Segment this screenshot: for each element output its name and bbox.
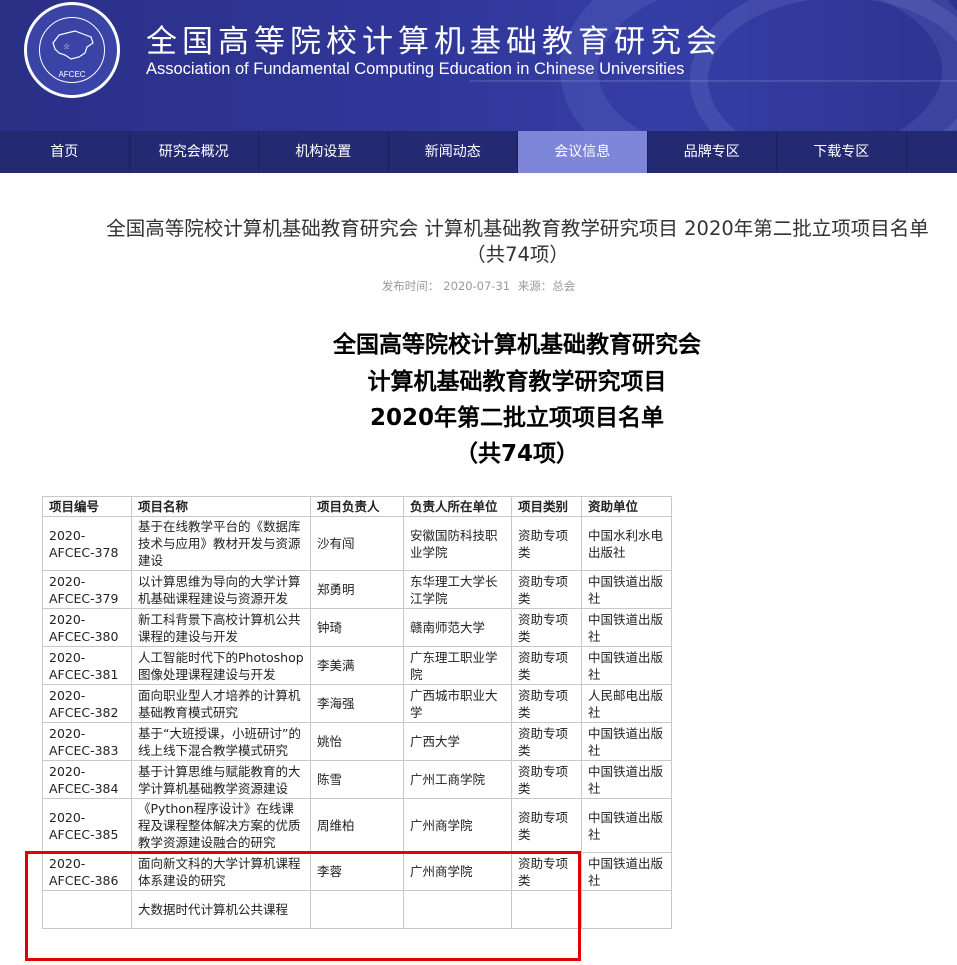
nav-item-overview[interactable]: 研究会概况 <box>130 131 259 173</box>
cell-leader: 沙有闯 <box>310 516 404 571</box>
cell-id: 2020-AFCEC-380 <box>42 608 132 647</box>
cell-id: 2020-AFCEC-382 <box>42 684 132 723</box>
cell-leader: 姚怡 <box>310 722 404 761</box>
table-row: 2020-AFCEC-382 面向职业型人才培养的计算机基础教育模式研究 李海强… <box>42 684 672 723</box>
nav-item-research[interactable]: 研究 <box>907 131 957 173</box>
china-map-icon: ☆ <box>52 30 94 60</box>
cell-name: 基于“大班授课，小班研讨”的线上线下混合教学模式研究 <box>131 722 311 761</box>
cell-funder: 中国铁道出版社 <box>581 760 672 799</box>
nav-item-downloads[interactable]: 下载专区 <box>777 131 907 173</box>
cell-unit: 广州工商学院 <box>403 760 512 799</box>
cell-leader: 钟琦 <box>310 608 404 647</box>
cell-name: 人工智能时代下的Photoshop图像处理课程建设与开发 <box>131 646 311 685</box>
cell-leader: 周维柏 <box>310 798 404 853</box>
cell-category: 资助专项类 <box>511 684 582 723</box>
nav-item-news[interactable]: 新闻动态 <box>389 131 518 173</box>
cell-category: 资助专项类 <box>511 516 582 571</box>
content-heading: 2020年第二批立项项目名单 <box>369 405 664 431</box>
cell-category: 资助专项类 <box>511 722 582 761</box>
table-row: 2020-AFCEC-381 人工智能时代下的Photoshop图像处理课程建设… <box>42 646 672 685</box>
cell-leader: 李美满 <box>310 646 404 685</box>
cell-leader: 郑勇明 <box>310 570 404 609</box>
cell-category: 资助专项类 <box>511 570 582 609</box>
cell-unit: 安徽国防科技职业学院 <box>403 516 512 571</box>
meta-date: 2020-07-31 <box>443 279 511 293</box>
table-row: 2020-AFCEC-379 以计算思维为导向的大学计算机基础课程建设与资源开发… <box>42 570 672 609</box>
cell-unit: 广西城市职业大学 <box>403 684 512 723</box>
column-header: 项目编号 <box>42 496 132 517</box>
cell-category: 资助专项类 <box>511 798 582 853</box>
cell-name: 基于在线教学平台的《数据库技术与应用》教材开发与资源建设 <box>131 516 311 571</box>
meta-label: 发布时间： <box>381 279 440 293</box>
cell-leader: 陈雪 <box>310 760 404 799</box>
cell-unit: 广东理工职业学院 <box>403 646 512 685</box>
cell-funder: 中国铁道出版社 <box>581 798 672 853</box>
column-header: 项目名称 <box>131 496 311 517</box>
cell-id: 2020-AFCEC-379 <box>42 570 132 609</box>
nav-item-meetings[interactable]: 会议信息 <box>518 131 648 173</box>
content-heading: 全国高等院校计算机基础教育研究会 <box>333 332 701 358</box>
site-header: ☆ AFCEC 全国高等院校计算机基础教育研究会 Association of … <box>0 0 957 131</box>
cell-funder: 中国铁道出版社 <box>581 646 672 685</box>
cell-unit: 东华理工大学长江学院 <box>403 570 512 609</box>
cell-unit: 广西大学 <box>403 722 512 761</box>
cell-funder: 人民邮电出版社 <box>581 684 672 723</box>
column-header: 项目负责人 <box>310 496 404 517</box>
cell-id: 2020-AFCEC-378 <box>42 516 132 571</box>
article-meta: 发布时间： 2020-07-31 来源：总会 <box>0 278 957 294</box>
content-heading: （共74项） <box>454 441 579 467</box>
column-header: 资助单位 <box>581 496 672 517</box>
column-header: 项目类别 <box>511 496 582 517</box>
cell-id: 2020-AFCEC-384 <box>42 760 132 799</box>
cell-id: 2020-AFCEC-383 <box>42 722 132 761</box>
cell-category: 资助专项类 <box>511 646 582 685</box>
main-nav: 首页 研究会概况 机构设置 新闻动态 会议信息 品牌专区 下载专区 研究 <box>0 131 957 173</box>
site-title: 全国高等院校计算机基础教育研究会 <box>146 24 722 60</box>
svg-text:☆: ☆ <box>63 42 70 51</box>
header-decoration <box>470 80 957 82</box>
logo-text: AFCEC <box>58 70 86 79</box>
table-row: 2020-AFCEC-385 《Python程序设计》在线课程及课程整体解决方案… <box>42 798 672 853</box>
cell-funder <box>581 890 672 929</box>
cell-category: 资助专项类 <box>511 608 582 647</box>
cell-name: 新工科背景下高校计算机公共课程的建设与开发 <box>131 608 311 647</box>
table-row: 2020-AFCEC-383 基于“大班授课，小班研讨”的线上线下混合教学模式研… <box>42 722 672 761</box>
header-decoration <box>690 0 957 131</box>
table-row: 2020-AFCEC-384 基于计算思维与赋能教育的大学计算机基础教学资源建设… <box>42 760 672 799</box>
table-row: 2020-AFCEC-378 基于在线教学平台的《数据库技术与应用》教材开发与资… <box>42 516 672 571</box>
cell-unit: 赣南师范大学 <box>403 608 512 647</box>
article-title: 全国高等院校计算机基础教育研究会 计算机基础教育教学研究项目 2020年第二批立… <box>106 217 929 266</box>
cell-funder: 中国铁道出版社 <box>581 570 672 609</box>
content-heading: 计算机基础教育教学研究项目 <box>367 369 667 395</box>
cell-unit: 广州商学院 <box>403 798 512 853</box>
nav-item-home[interactable]: 首页 <box>0 131 130 173</box>
cell-id: 2020-AFCEC-381 <box>42 646 132 685</box>
cell-category: 资助专项类 <box>511 760 582 799</box>
cell-funder: 中国铁道出版社 <box>581 722 672 761</box>
cell-name: 《Python程序设计》在线课程及课程整体解决方案的优质教学资源建设融合的研究 <box>131 798 311 853</box>
table-header-row: 项目编号 项目名称 项目负责人 负责人所在单位 项目类别 资助单位 <box>42 496 672 517</box>
cell-leader: 李海强 <box>310 684 404 723</box>
highlight-box <box>25 851 581 961</box>
site-subtitle: Association of Fundamental Computing Edu… <box>146 60 685 78</box>
nav-item-brand[interactable]: 品牌专区 <box>648 131 777 173</box>
cell-name: 以计算思维为导向的大学计算机基础课程建设与资源开发 <box>131 570 311 609</box>
cell-funder: 中国铁道出版社 <box>581 608 672 647</box>
nav-item-organization[interactable]: 机构设置 <box>259 131 389 173</box>
cell-funder: 中国铁道出版社 <box>581 852 672 891</box>
column-header: 负责人所在单位 <box>403 496 512 517</box>
cell-funder: 中国水利水电出版社 <box>581 516 672 571</box>
table-row: 2020-AFCEC-380 新工科背景下高校计算机公共课程的建设与开发 钟琦 … <box>42 608 672 647</box>
meta-source: 来源：总会 <box>517 279 576 293</box>
cell-id: 2020-AFCEC-385 <box>42 798 132 853</box>
cell-name: 面向职业型人才培养的计算机基础教育模式研究 <box>131 684 311 723</box>
site-logo[interactable]: ☆ AFCEC <box>24 2 120 98</box>
cell-name: 基于计算思维与赋能教育的大学计算机基础教学资源建设 <box>131 760 311 799</box>
